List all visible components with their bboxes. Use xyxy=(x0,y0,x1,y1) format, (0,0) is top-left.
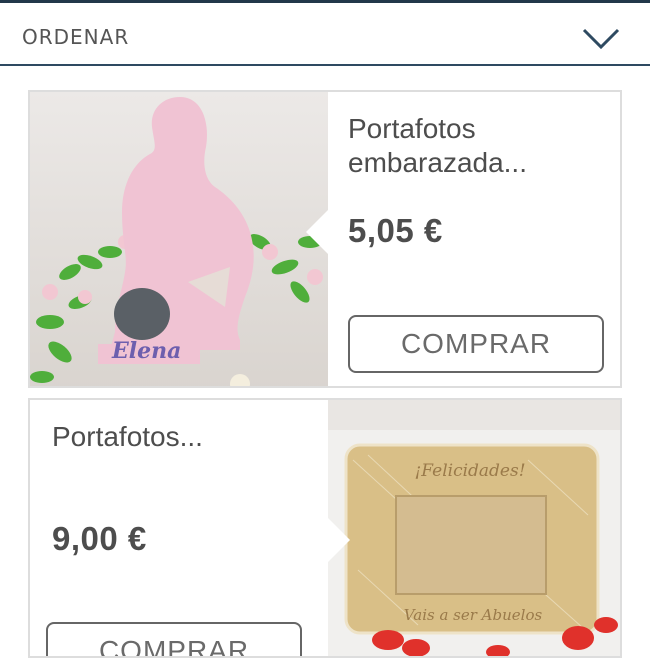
product-price: 9,00 € xyxy=(52,520,147,557)
buy-button[interactable]: COMPRAR xyxy=(46,622,302,656)
card-notch xyxy=(328,518,350,562)
product-card[interactable]: Elena Portafotos embarazada... 5,05 € CO… xyxy=(28,90,622,388)
product-title-line-2: embarazada... xyxy=(348,147,527,178)
product-image[interactable]: ¡Felicidades! Vais a ser Abuelos xyxy=(328,400,620,656)
chevron-down-icon[interactable] xyxy=(582,27,620,55)
product-title[interactable]: Portafotos... xyxy=(52,420,203,454)
image-text-elena: Elena xyxy=(111,338,181,364)
buy-button[interactable]: COMPRAR xyxy=(348,315,604,373)
product-title[interactable]: Portafotos embarazada... xyxy=(348,112,527,180)
image-text-abuelos: Vais a ser Abuelos xyxy=(404,606,543,624)
image-text-felicidades: ¡Felicidades! xyxy=(414,461,525,481)
product-card[interactable]: Portafotos... 9,00 € COMPRAR ¡Felicidade… xyxy=(28,398,622,658)
sort-bar[interactable]: ORDENAR xyxy=(0,3,650,66)
product-price: 5,05 € xyxy=(348,212,443,249)
product-image[interactable]: Elena xyxy=(30,92,328,386)
card-notch xyxy=(306,210,328,254)
product-title-line-1: Portafotos xyxy=(348,113,476,144)
sort-label: ORDENAR xyxy=(22,25,130,49)
